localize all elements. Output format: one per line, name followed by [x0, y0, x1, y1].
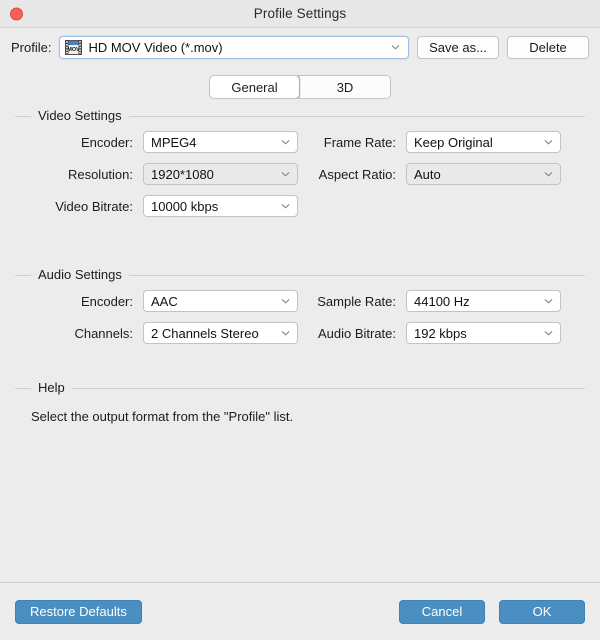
profile-settings-window: Profile Settings Profile: MOV	[0, 0, 600, 640]
chevron-down-icon	[280, 201, 291, 212]
restore-defaults-button[interactable]: Restore Defaults	[15, 600, 142, 624]
audio-bitrate-label: Audio Bitrate:	[303, 326, 406, 341]
video-audio-spacer	[15, 217, 585, 267]
help-divider: Help	[15, 388, 585, 389]
audio-settings-title: Audio Settings	[31, 267, 129, 282]
chevron-down-icon	[390, 42, 401, 53]
svg-text:MOV: MOV	[68, 46, 81, 52]
video-encoder-label: Encoder:	[15, 135, 143, 150]
sample-rate-value: 44100 Hz	[414, 294, 470, 309]
tab-bar: General 3D	[0, 66, 600, 108]
audio-encoder-value: AAC	[151, 294, 178, 309]
video-settings-divider: Video Settings	[15, 116, 585, 117]
profile-value: HD MOV Video (*.mov)	[88, 40, 222, 55]
frame-rate-label: Frame Rate:	[303, 135, 406, 150]
help-title: Help	[31, 380, 72, 395]
chevron-down-icon	[280, 328, 291, 339]
audio-encoder-label: Encoder:	[15, 294, 143, 309]
channels-select[interactable]: 2 Channels Stereo	[143, 322, 298, 344]
chevron-down-icon	[543, 169, 554, 180]
aspect-ratio-select[interactable]: Auto	[406, 163, 561, 185]
tab-general[interactable]: General	[209, 75, 300, 99]
aspect-ratio-value: Auto	[414, 167, 441, 182]
mov-file-icon: MOV	[65, 40, 82, 55]
audio-bitrate-value: 192 kbps	[414, 326, 467, 341]
channels-label: Channels:	[15, 326, 143, 341]
chevron-down-icon	[543, 137, 554, 148]
resolution-label: Resolution:	[15, 167, 143, 182]
footer-bar: Restore Defaults Cancel OK	[0, 582, 600, 640]
help-group: Help Select the output format from the "…	[15, 388, 585, 424]
profile-dropdown[interactable]: MOV HD MOV Video (*.mov)	[59, 36, 409, 59]
help-text: Select the output format from the "Profi…	[31, 409, 585, 424]
chevron-down-icon	[280, 169, 291, 180]
chevron-down-icon	[280, 137, 291, 148]
delete-button[interactable]: Delete	[507, 36, 589, 59]
video-encoder-value: MPEG4	[151, 135, 197, 150]
sample-rate-select[interactable]: 44100 Hz	[406, 290, 561, 312]
channels-value: 2 Channels Stereo	[151, 326, 259, 341]
footer-actions: Cancel OK	[399, 600, 585, 624]
video-bitrate-select[interactable]: 10000 kbps	[143, 195, 298, 217]
chevron-down-icon	[543, 328, 554, 339]
audio-settings-group: Audio Settings Encoder: AAC Sample Rate:…	[15, 275, 585, 344]
video-bitrate-value: 10000 kbps	[151, 199, 218, 214]
cancel-button[interactable]: Cancel	[399, 600, 485, 624]
ok-button[interactable]: OK	[499, 600, 585, 624]
audio-bitrate-select[interactable]: 192 kbps	[406, 322, 561, 344]
video-settings-grid: Encoder: MPEG4 Frame Rate: Keep Original…	[15, 131, 585, 217]
audio-settings-divider: Audio Settings	[15, 275, 585, 276]
chevron-down-icon	[543, 296, 554, 307]
profile-row: Profile: MOV HD MOV Video (*.mov)	[0, 28, 600, 66]
frame-rate-value: Keep Original	[414, 135, 493, 150]
audio-help-spacer	[15, 344, 585, 380]
close-icon[interactable]	[10, 7, 23, 20]
resolution-value: 1920*1080	[151, 167, 214, 182]
audio-settings-grid: Encoder: AAC Sample Rate: 44100 Hz Chann…	[15, 290, 585, 344]
profile-label: Profile:	[11, 40, 51, 55]
video-bitrate-label: Video Bitrate:	[15, 199, 143, 214]
video-settings-group: Video Settings Encoder: MPEG4 Frame Rate…	[15, 116, 585, 217]
video-settings-title: Video Settings	[31, 108, 129, 123]
video-encoder-select[interactable]: MPEG4	[143, 131, 298, 153]
sample-rate-label: Sample Rate:	[303, 294, 406, 309]
chevron-down-icon	[280, 296, 291, 307]
settings-content: Video Settings Encoder: MPEG4 Frame Rate…	[0, 108, 600, 582]
frame-rate-select[interactable]: Keep Original	[406, 131, 561, 153]
resolution-select[interactable]: 1920*1080	[143, 163, 298, 185]
save-as-button[interactable]: Save as...	[417, 36, 499, 59]
tab-3d[interactable]: 3D	[299, 76, 390, 98]
audio-encoder-select[interactable]: AAC	[143, 290, 298, 312]
titlebar: Profile Settings	[0, 0, 600, 28]
aspect-ratio-label: Aspect Ratio:	[303, 167, 406, 182]
segmented-control: General 3D	[209, 75, 391, 99]
page-title: Profile Settings	[254, 6, 346, 21]
